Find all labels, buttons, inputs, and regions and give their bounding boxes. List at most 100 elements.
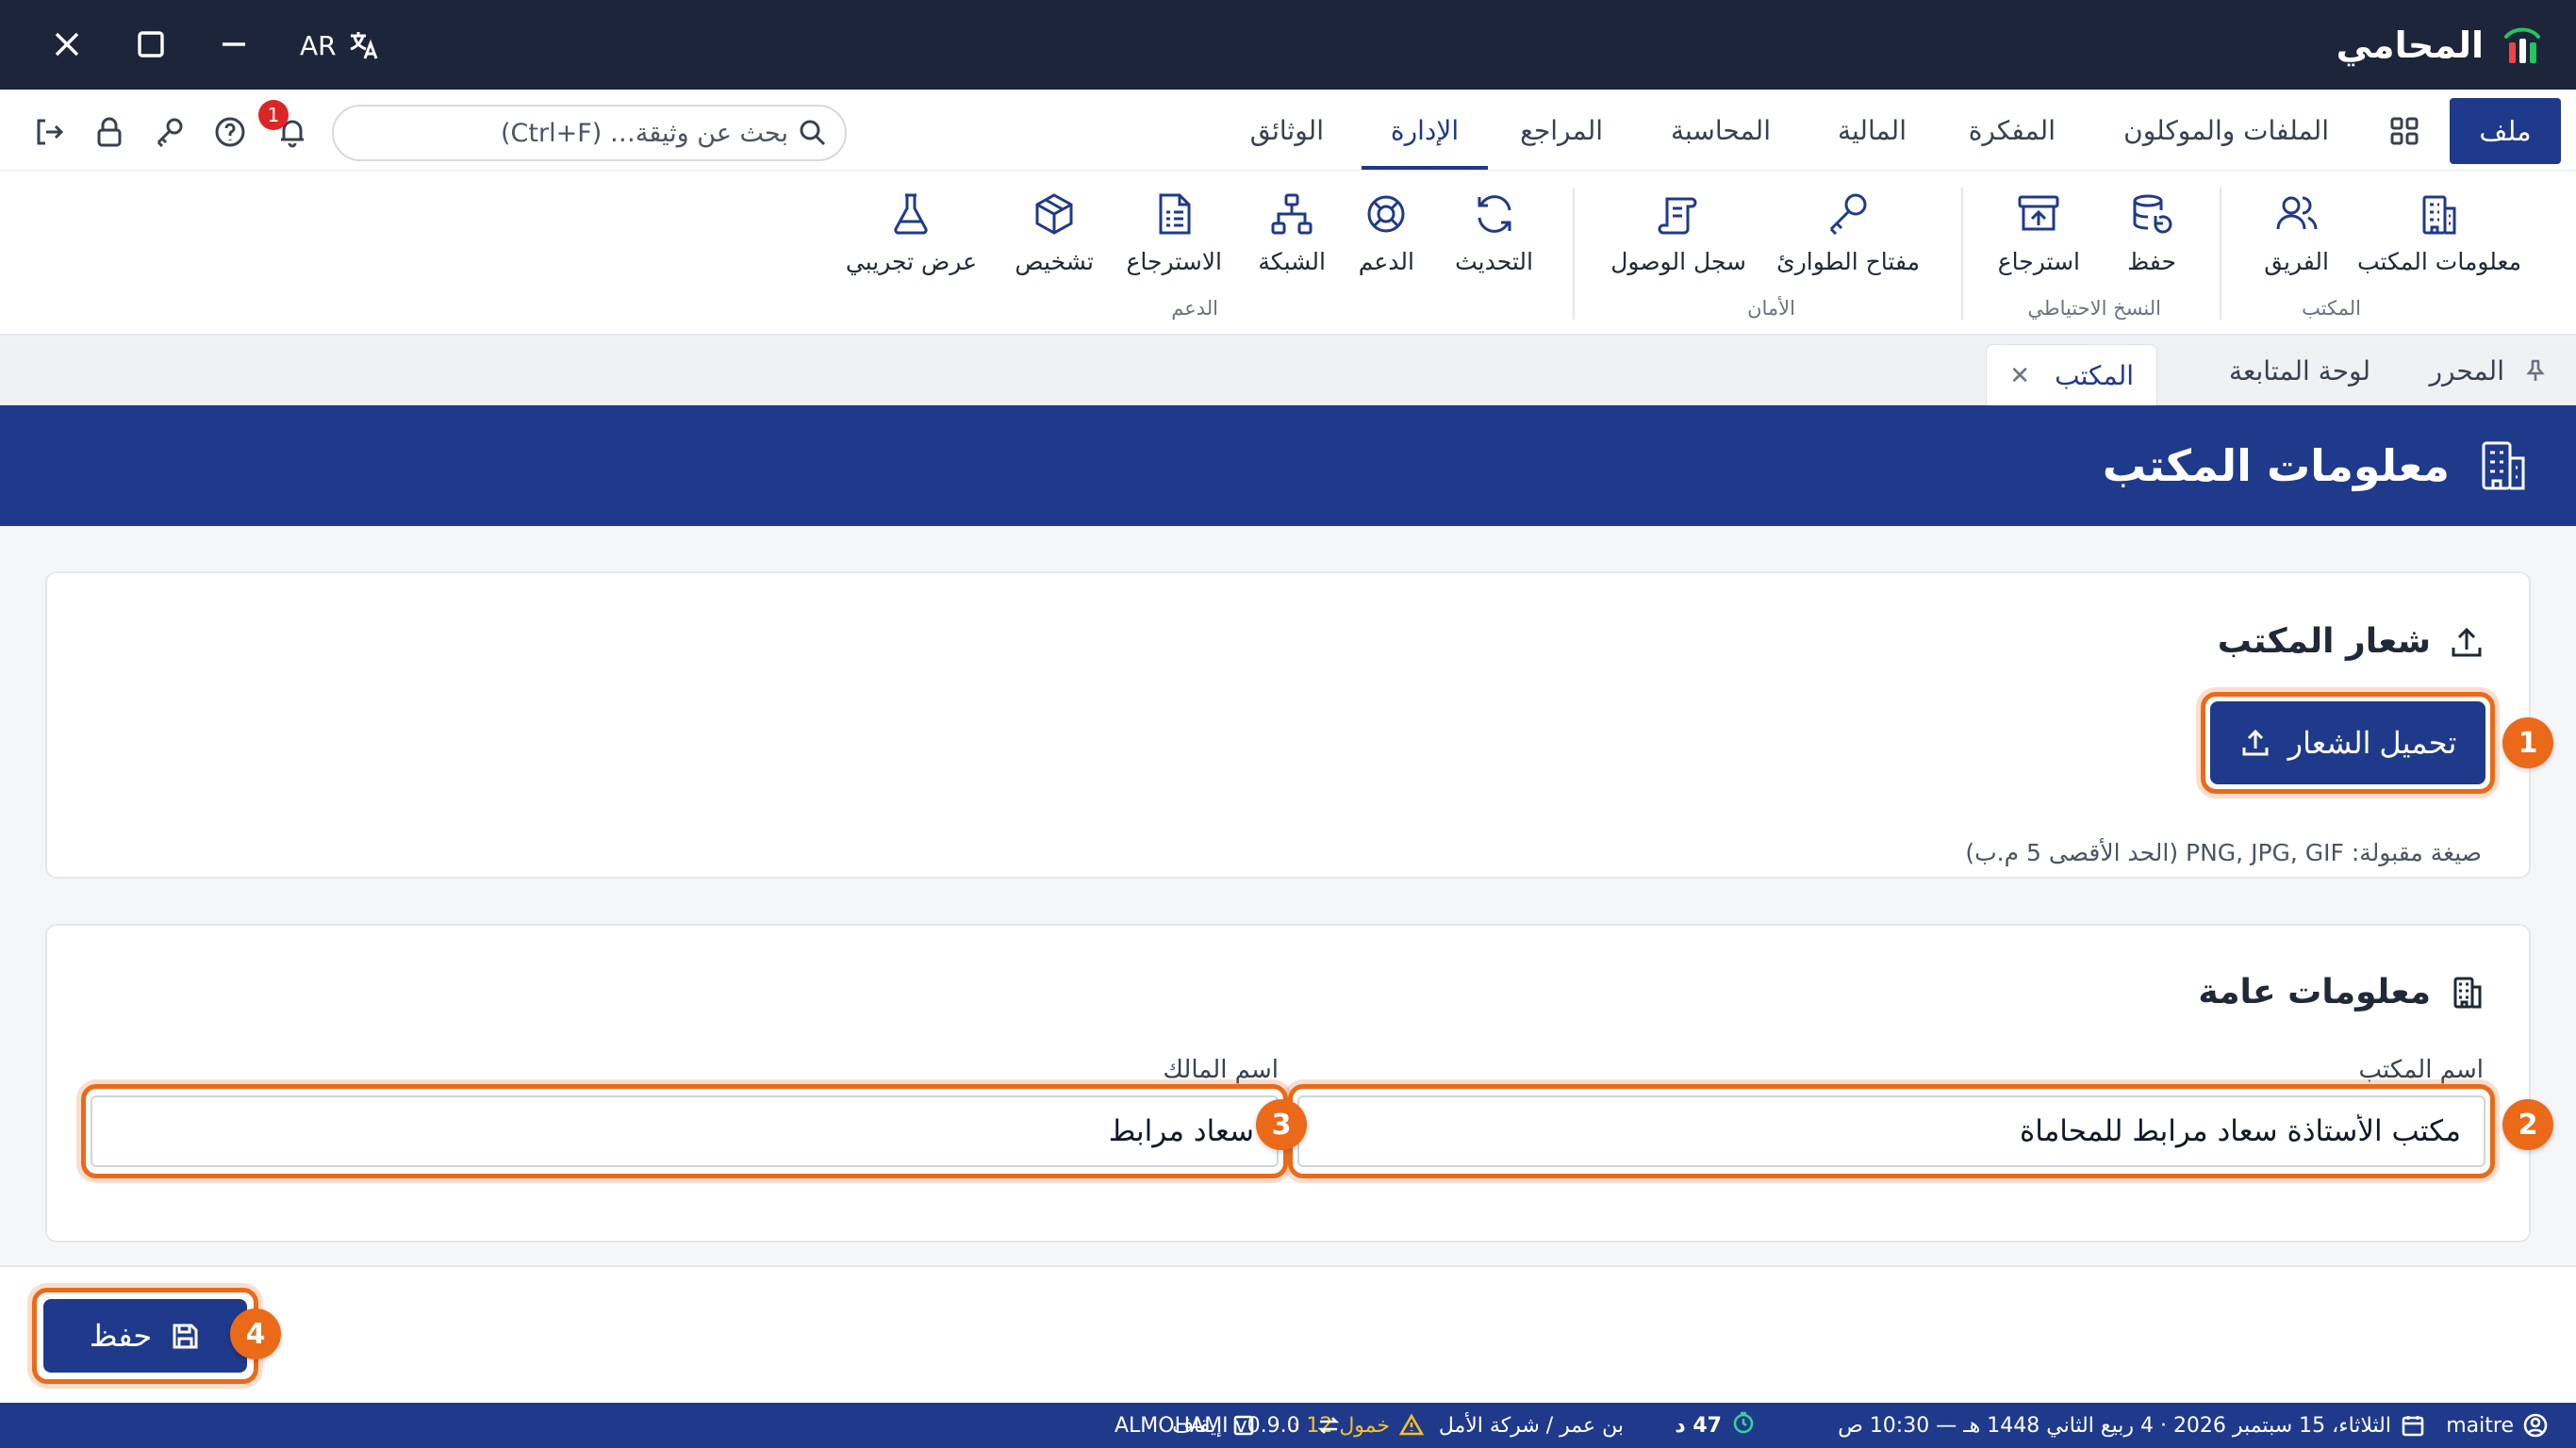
logout-button[interactable] <box>32 115 66 149</box>
scroll-icon <box>1658 197 1697 235</box>
help-button[interactable] <box>213 115 247 149</box>
users-icon <box>2276 196 2318 230</box>
ribbon-backup-save-button[interactable]: حفظ <box>2127 189 2176 293</box>
status-date: الثلاثاء، 15 سبتمبر 2026 · 4 ربيع الثاني… <box>1838 1403 2425 1448</box>
status-timer-text: 47 د <box>1675 1413 1722 1438</box>
ribbon-group-label: النسخ الاحتياطي <box>2027 297 2161 320</box>
app-logo-icon <box>2504 27 2540 63</box>
language-code: AR <box>300 29 337 61</box>
minimize-icon <box>223 42 245 46</box>
menu-bar: ملف الملفات والموكلون المفكرة المالية ال… <box>0 90 2576 171</box>
step-marker-1: 1 <box>2502 717 2553 768</box>
save-button-label: حفظ <box>89 1319 153 1353</box>
status-client: بن عمر / شركة الأمل <box>1438 1413 1624 1438</box>
logo-card: شعار المكتب تحميل الشعار 1 صيغة مقبولة: … <box>45 571 2553 879</box>
warning-icon <box>1399 1413 1424 1436</box>
search-input[interactable] <box>353 114 788 152</box>
ribbon-emergency-key-button[interactable]: مفتاح الطوارئ <box>1776 189 1920 293</box>
file-spreadsheet-icon <box>1159 193 1191 235</box>
logout-icon <box>37 119 64 145</box>
owner-name-label: اسم المالك <box>1163 1056 1279 1084</box>
ribbon-label: عرض تجريبي <box>845 248 977 275</box>
status-timer: 47 د <box>1675 1403 1756 1448</box>
close-window-button[interactable] <box>45 23 89 66</box>
office-name-input[interactable] <box>1297 1095 2485 1167</box>
language-switcher[interactable]: AR <box>300 25 380 66</box>
ribbon-label: سجل الوصول <box>1610 248 1746 275</box>
network-icon <box>1271 193 1313 235</box>
general-info-card: معلومات عامة اسم المكتب 2 اسم المالك 3 <box>45 924 2553 1242</box>
upload-logo-label: تحميل الشعار <box>2287 726 2457 760</box>
status-bar: maitre الثلاثاء، 15 سبتمبر 2026 · 4 ربيع… <box>0 1403 2576 1448</box>
search-button[interactable] <box>798 118 828 148</box>
status-idle-warning: خمول 12 د <box>1291 1403 1424 1448</box>
menu-tab-agenda[interactable]: المفكرة <box>1969 90 2056 171</box>
upload-icon <box>2452 627 2482 656</box>
building-icon <box>2422 195 2456 235</box>
refresh-icon <box>1478 195 1511 233</box>
ribbon-update-button[interactable]: التحديث <box>1455 189 1533 293</box>
ribbon-network-button[interactable]: الشبكة <box>1258 189 1326 293</box>
archive-restore-icon <box>2018 195 2059 231</box>
tab-dashboard[interactable]: لوحة المتابعة <box>2229 336 2370 405</box>
menu-tab-finance[interactable]: المالية <box>1838 90 1907 171</box>
menu-tab-administration[interactable]: الإدارة <box>1362 90 1488 171</box>
building-icon <box>2482 441 2525 490</box>
ribbon-label: استرجاع <box>1997 248 2080 275</box>
ribbon-team-button[interactable]: الفريق <box>2264 189 2329 293</box>
logo-section-title: شعار المكتب <box>2218 622 2485 661</box>
sync-icon <box>1317 1417 1340 1434</box>
ribbon-label: التحديث <box>1455 248 1533 275</box>
package-icon <box>1035 193 1073 235</box>
maximize-window-button[interactable] <box>129 23 173 66</box>
menu-tab-documents[interactable]: الوثائق <box>1250 90 1324 171</box>
menu-tab-files-clients[interactable]: الملفات والموكلون <box>2123 90 2329 171</box>
apps-grid-button[interactable] <box>2389 116 2419 146</box>
ribbon-access-log-button[interactable]: سجل الوصول <box>1610 189 1746 293</box>
ribbon-label: الشبكة <box>1258 248 1326 275</box>
ribbon-demo-button[interactable]: عرض تجريبي <box>846 189 977 293</box>
menu-tab-accounting[interactable]: المحاسبة <box>1671 90 1771 171</box>
logo-section-title-text: شعار المكتب <box>2217 622 2431 661</box>
close-icon <box>55 32 79 57</box>
ribbon-diagnostics-button[interactable]: تشخيص <box>1015 189 1094 293</box>
step-marker-3: 3 <box>1256 1099 1307 1150</box>
building-icon <box>2453 977 2482 1008</box>
save-icon <box>173 1324 198 1349</box>
ribbon-group-label: المكتب <box>2302 297 2361 320</box>
ribbon-backup-restore-button[interactable]: استرجاع <box>1998 189 2080 293</box>
status-date-text: الثلاثاء، 15 سبتمبر 2026 · 4 ربيع الثاني… <box>1838 1413 2391 1438</box>
lock-icon <box>97 117 122 147</box>
key-icon <box>1830 193 1867 236</box>
ribbon-label: تشخيص <box>1015 248 1094 275</box>
key-button[interactable] <box>153 115 187 149</box>
owner-name-input[interactable] <box>91 1095 1279 1167</box>
page-header: معلومات المكتب <box>0 405 2576 526</box>
tab-office[interactable]: المكتب ✕ <box>1986 344 2157 406</box>
lock-button[interactable] <box>92 115 126 149</box>
ribbon-support-button[interactable]: الدعم <box>1359 189 1414 293</box>
menu-tab-references[interactable]: المراجع <box>1520 90 1603 171</box>
flask-icon <box>894 193 929 235</box>
save-button[interactable]: حفظ <box>43 1299 247 1373</box>
ribbon-office-info-button[interactable]: معلومات المكتب <box>2357 189 2521 293</box>
pin-button[interactable] <box>2523 358 2548 383</box>
ribbon-group-label: الدعم <box>1171 297 1218 320</box>
file-menu-button[interactable]: ملف <box>2450 98 2561 164</box>
close-tab-icon[interactable]: ✕ <box>2009 362 2030 390</box>
status-sync-button[interactable] <box>1316 1403 1341 1448</box>
step-marker-2: 2 <box>2502 1099 2553 1150</box>
general-section-title-text: معلومات عامة <box>2198 973 2431 1012</box>
minimize-window-button[interactable] <box>212 23 256 66</box>
status-user[interactable]: maitre <box>2446 1403 2548 1448</box>
tab-label: المكتب <box>2055 360 2134 391</box>
tab-editor[interactable]: المحرر <box>2429 336 2504 405</box>
key-icon <box>157 118 183 148</box>
upload-logo-button[interactable]: تحميل الشعار <box>2210 701 2485 784</box>
ribbon-recovery-button[interactable]: الاسترجاع <box>1127 189 1222 293</box>
status-version: ALMOHAMI v0.9.0 <box>1115 1413 1300 1438</box>
ribbon-separator <box>2220 188 2221 320</box>
upload-icon <box>2242 729 2269 756</box>
pin-icon <box>2526 359 2545 381</box>
ribbon-separator <box>1961 188 1963 320</box>
